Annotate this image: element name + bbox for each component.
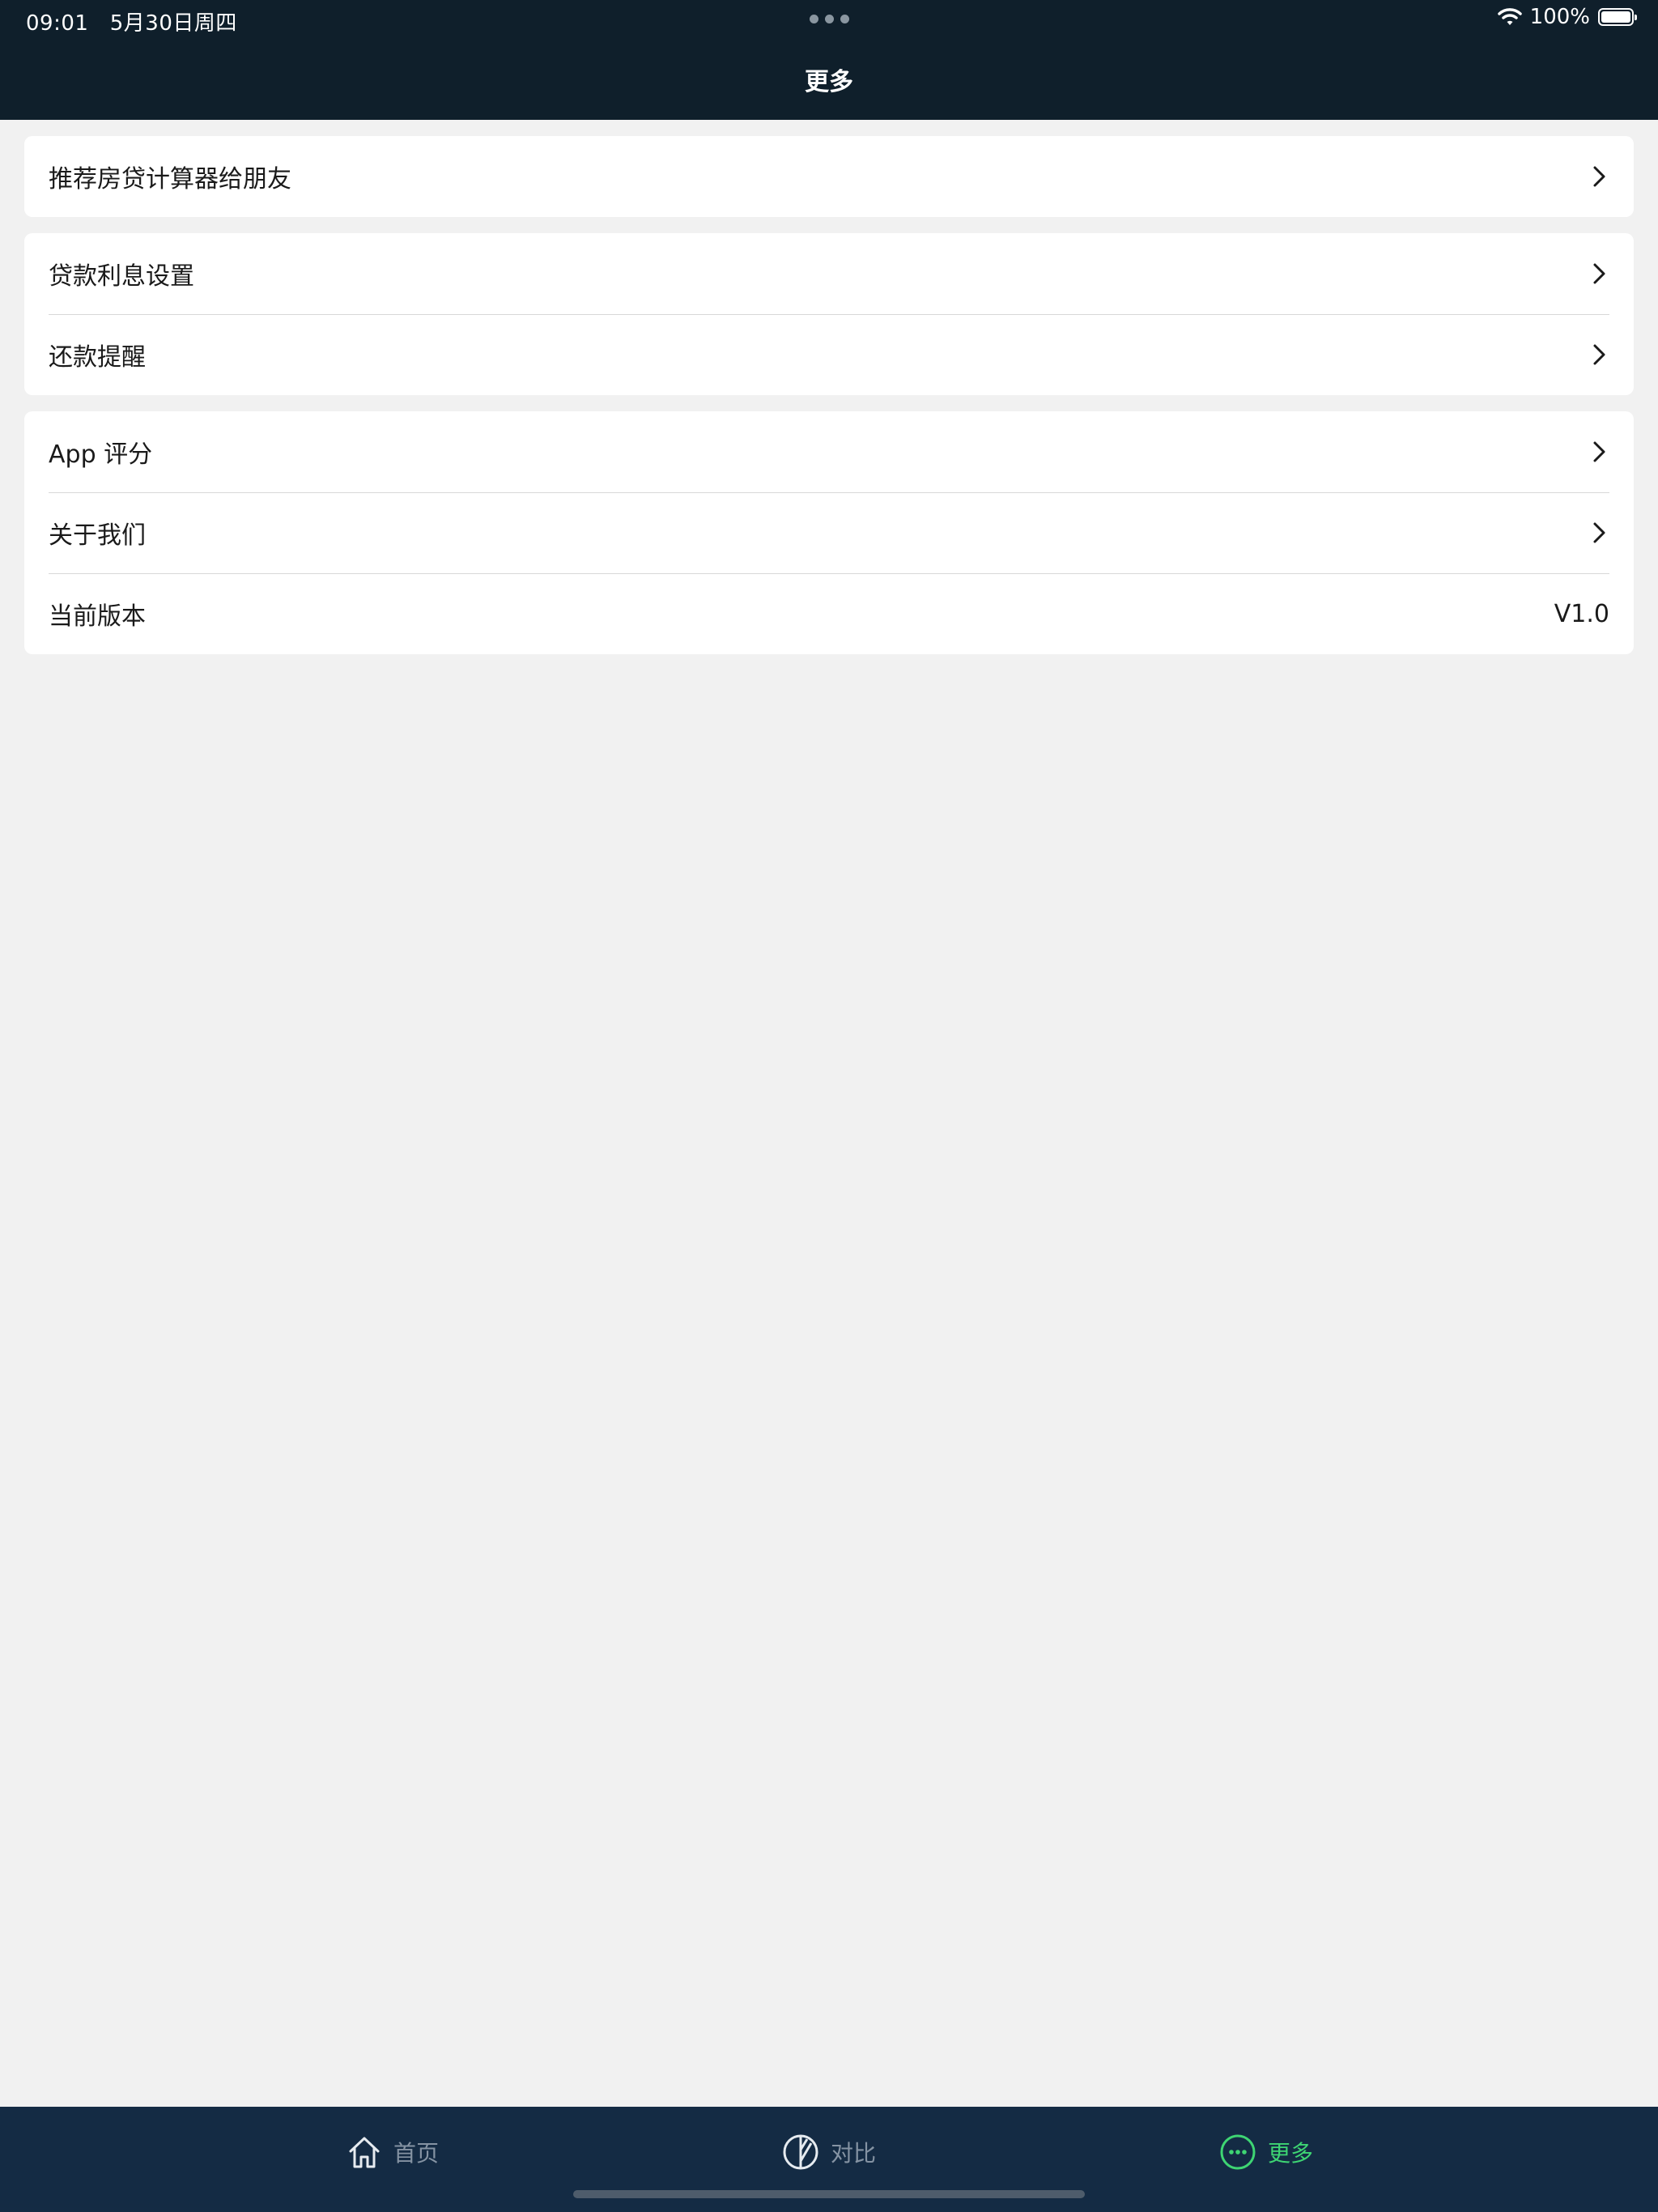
battery-icon: [1598, 8, 1637, 26]
tab-label: 更多: [1268, 2140, 1314, 2167]
battery-percent: 100%: [1529, 5, 1590, 29]
row-about-us[interactable]: 关于我们: [24, 492, 1634, 573]
compare-icon: [783, 2134, 818, 2170]
home-indicator: [573, 2190, 1085, 2198]
settings-group-share: 推荐房贷计算器给朋友: [24, 136, 1634, 217]
chevron-right-icon: [1593, 522, 1605, 543]
status-time-date: 09:01 5月30日周四: [26, 6, 237, 36]
multitasking-dots-icon[interactable]: [810, 15, 849, 23]
row-label: 还款提醒: [49, 343, 146, 372]
row-label: 推荐房贷计算器给朋友: [49, 165, 291, 194]
page-title: 更多: [805, 68, 853, 96]
row-label: 关于我们: [49, 521, 146, 550]
status-indicators: 100%: [1497, 5, 1637, 29]
version-value: V1.0: [1554, 599, 1609, 628]
tab-label: 首页: [393, 2140, 440, 2167]
status-bar: 09:01 5月30日周四 100% 更多: [0, 0, 1658, 120]
settings-group-loan: 贷款利息设置 还款提醒: [24, 233, 1634, 395]
row-label: App 评分: [49, 440, 153, 469]
row-label: 贷款利息设置: [49, 262, 194, 291]
chevron-right-icon: [1593, 166, 1605, 187]
wifi-icon: [1497, 8, 1522, 25]
row-repayment-reminder[interactable]: 还款提醒: [24, 314, 1634, 395]
row-current-version: 当前版本 V1.0: [24, 573, 1634, 654]
status-time: 09:01: [26, 11, 89, 36]
more-icon: [1220, 2134, 1256, 2170]
tab-more[interactable]: 更多: [1219, 2129, 1313, 2175]
home-icon: [349, 2137, 380, 2168]
row-app-rating[interactable]: App 评分: [24, 411, 1634, 492]
chevron-right-icon: [1593, 344, 1605, 365]
chevron-right-icon: [1593, 441, 1605, 462]
tab-home[interactable]: 首页: [346, 2129, 439, 2175]
tab-compare[interactable]: 对比: [782, 2129, 876, 2175]
row-label: 当前版本: [49, 602, 146, 631]
row-interest-settings[interactable]: 贷款利息设置: [24, 233, 1634, 314]
chevron-right-icon: [1593, 263, 1605, 284]
tab-label: 对比: [831, 2140, 877, 2167]
settings-group-about: App 评分 关于我们 当前版本 V1.0: [24, 411, 1634, 654]
status-date: 5月30日周四: [109, 11, 237, 36]
row-recommend-app[interactable]: 推荐房贷计算器给朋友: [24, 136, 1634, 217]
